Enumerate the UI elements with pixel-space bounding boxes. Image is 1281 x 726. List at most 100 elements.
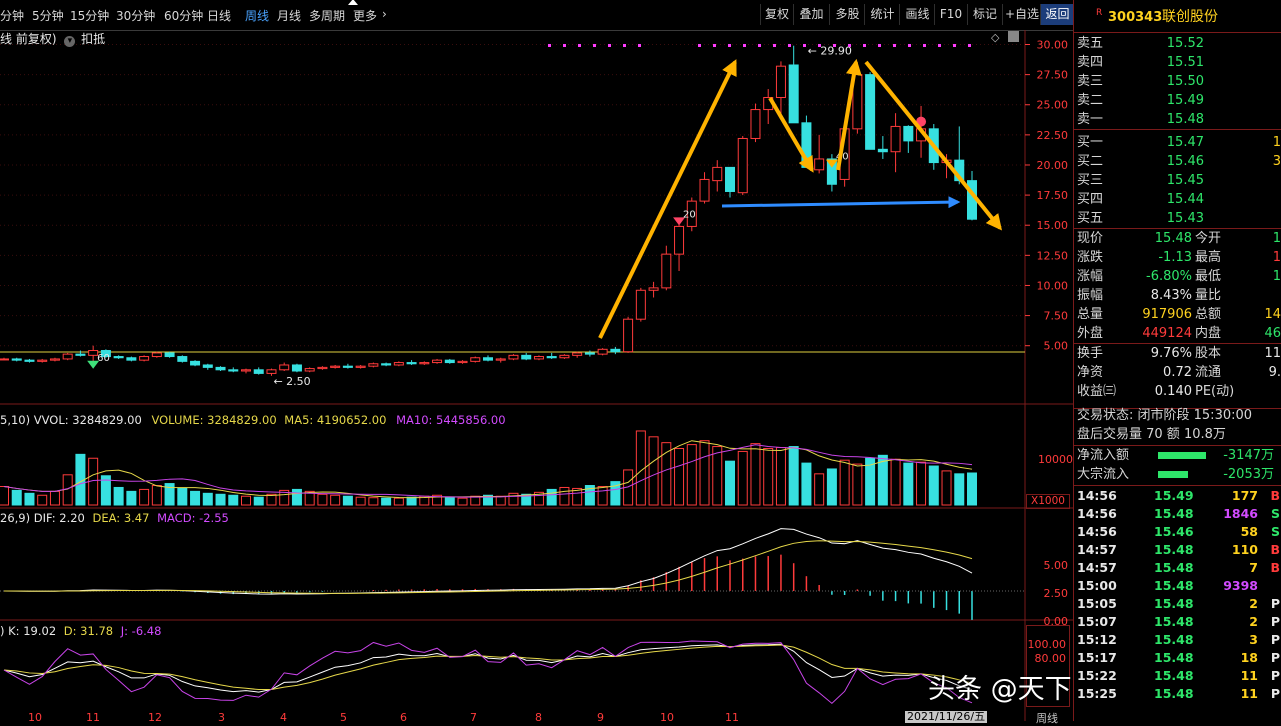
toolbar-button-6[interactable]: 标记 [967,4,1002,25]
tick-volume: 11 [1240,686,1258,701]
volume-bar [826,468,837,506]
kou-di-toggle-icon[interactable]: ▾ [64,36,76,47]
stat-label-2: 量比 [1195,288,1222,303]
period-tab-5[interactable]: 日线 [207,7,231,24]
kdj-legend-d: D: 31.78 [63,624,114,638]
settings-square-icon[interactable] [1008,31,1019,42]
toolbar-button-4[interactable]: 画线 [899,4,935,25]
stat-row-1: 涨跌 -1.13 最高 1 [1074,248,1281,267]
toolbar-button-1[interactable]: 叠加 [793,4,829,25]
tick-row[interactable]: 15:05 15.48 2 P [1074,595,1281,613]
period-tab-1[interactable]: 5分钟 [32,7,64,24]
period-tab-2[interactable]: 15分钟 [70,7,109,24]
buy-label: 买一 [1077,135,1104,150]
candle-body [355,365,366,368]
macd-legend-dea: DEA: 3.47 [92,511,150,525]
candle-body [241,369,251,372]
buy-volume: 1 [1272,135,1281,150]
tick-row[interactable]: 15:07 15.48 2 P [1074,613,1281,631]
candle-body [483,357,493,361]
annotation-arrows [598,58,1003,339]
stat-label-2: 最高 [1195,250,1222,265]
kline-chart-svg[interactable]: 30.00 27.50 25.00 22.50 20.00 17.50 15.00 12.50… [0,30,1073,721]
buy-level-3: 买三 15.45 [1074,171,1281,190]
tick-time: 15:22 [1077,668,1117,683]
candle-body [202,364,213,368]
toolbar-button-8[interactable]: 返回 [1040,4,1074,25]
high-price-label: ← 29.90 [808,45,852,58]
stat-label-2: 内盘 [1195,326,1222,341]
signal-dot [758,44,761,47]
volume-bar [11,489,22,506]
kline-chart-area[interactable]: 30.00 27.50 25.00 22.50 20.00 17.50 15.00 12.50… [0,30,1207,725]
sell-label: 卖四 [1077,55,1104,70]
volume-bar [113,486,124,506]
signal-dot [728,44,731,47]
vol-unit-label: X1000 [1026,494,1070,509]
sell-label: 卖三 [1077,74,1104,89]
candle-body [584,352,595,355]
date-label: 11 [86,711,100,724]
tick-row[interactable]: 15:25 15.48 11 P [1074,685,1281,703]
tick-row[interactable]: 15:12 15.48 3 P [1074,631,1281,649]
candle-body [342,365,353,368]
tick-row[interactable]: 15:17 15.48 18 P [1074,649,1281,667]
volume-bar [177,487,188,506]
tick-volume: 18 [1240,650,1258,665]
candle-body [0,358,9,361]
tick-volume: 9398 [1223,578,1258,593]
candle-body [737,137,748,194]
block-inflow-row: 大宗流入 -2053万 [1074,465,1281,484]
signal-label: 20 [683,209,696,220]
candle-body [648,287,659,291]
volume-bar [368,497,379,506]
period-tab-9[interactable]: 更多 [353,7,377,24]
period-tab-7[interactable]: 月线 [277,7,301,24]
stat-label: 涨幅 [1077,269,1104,284]
toolbar-button-0[interactable]: 复权 [760,4,793,25]
kou-di-label[interactable]: 扣抵 [81,32,105,46]
volume-bar [253,496,264,506]
period-tab-4[interactable]: 60分钟 [164,7,203,24]
volume-bar [406,496,417,506]
tick-row[interactable]: 14:56 15.49 177 B [1074,487,1281,505]
tick-row[interactable]: 14:57 15.48 7 B [1074,559,1281,577]
tick-row[interactable]: 15:00 15.48 9398 [1074,577,1281,595]
net-inflow-bar [1158,452,1206,459]
toolbar-button-5[interactable]: F10 [934,4,967,25]
volume-bar [241,495,251,506]
toolbar-button-7[interactable]: +自选 [1002,4,1041,25]
more-chevron-icon[interactable]: › [382,7,387,21]
k-line [3,643,973,693]
volume-bar [712,446,723,506]
price-axis-label: 30.00 [1037,39,1069,52]
buy-price: 15.44 [1166,192,1204,207]
stat-label: 外盘 [1077,326,1104,341]
signal-dot [938,44,941,47]
stat-label: 收益㈢ [1077,384,1117,399]
candle-body [49,358,60,361]
tick-row[interactable]: 14:56 15.46 58 S [1074,523,1281,541]
candle-body [253,369,264,374]
tick-row[interactable]: 15:22 15.48 11 P [1074,667,1281,685]
volume-bar [546,488,557,506]
tick-price: 15.48 [1154,560,1194,575]
candle-body [317,366,328,370]
toolbar-button-2[interactable]: 多股 [829,4,865,25]
candle-body [495,358,506,361]
period-tab-3[interactable]: 30分钟 [116,7,155,24]
period-tab-6[interactable]: 周线 [245,7,269,24]
volume-bar [763,448,774,506]
signal-dot [908,44,911,47]
period-tab-8[interactable]: 多周期 [309,7,345,24]
tick-row[interactable]: 14:57 15.48 110 B [1074,541,1281,559]
period-tab-0[interactable]: 分钟 [0,7,24,24]
stat-row-3: 振幅 8.43% 量比 [1074,286,1281,305]
tick-row[interactable]: 14:56 15.48 1846 S [1074,505,1281,523]
kdj-legend-j: J: -6.48 [120,624,162,638]
diamond-icon[interactable]: ◇ [991,31,999,44]
signal-dot [743,44,746,47]
candle-body [368,363,379,367]
signal-dot [803,44,806,47]
toolbar-button-3[interactable]: 统计 [864,4,900,25]
